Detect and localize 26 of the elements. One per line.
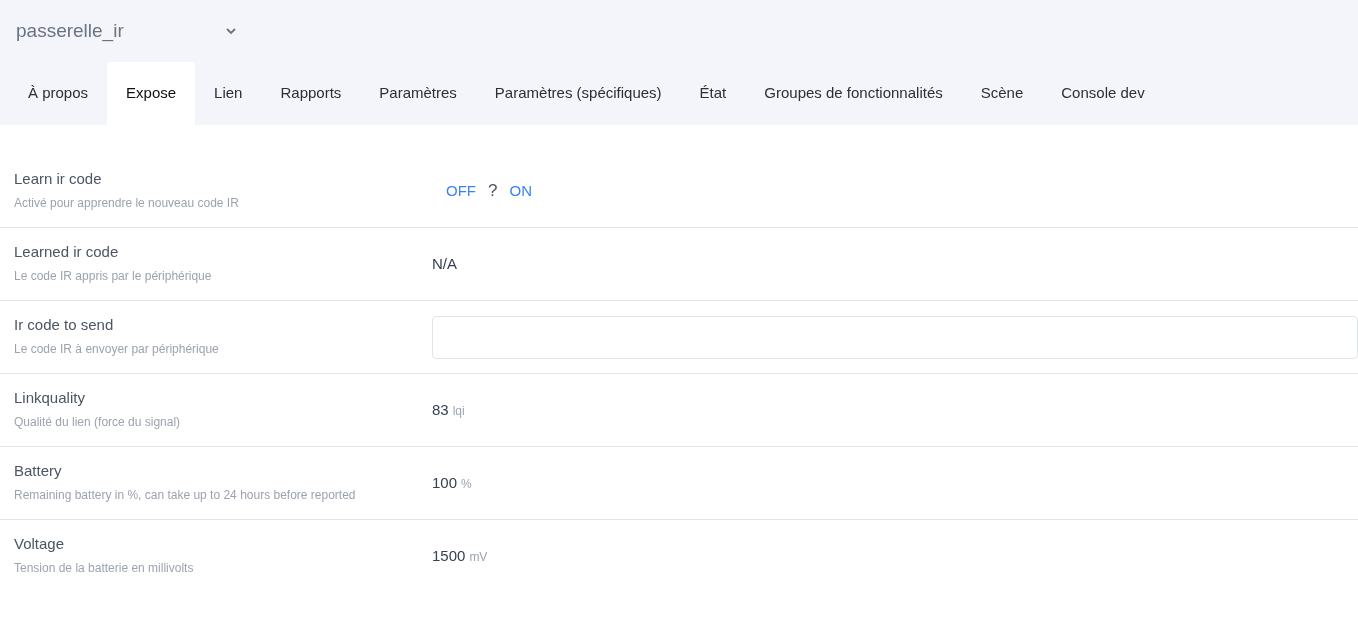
feature-description: Activé pour apprendre le nouveau code IR — [14, 195, 240, 212]
unit-text: % — [461, 475, 472, 493]
feature-description: Remaining battery in %, can take up to 24 hours before reported — [14, 487, 357, 504]
feature-name: Learned ir code — [14, 242, 120, 262]
state-text: ? — [487, 180, 499, 203]
value-text: 83 — [432, 399, 449, 420]
value-text: 100 — [432, 472, 458, 493]
chevron-down-icon — [226, 27, 236, 35]
feature-description: Le code IR à envoyer par périphérique — [14, 341, 220, 358]
feature-name: Ir code to send — [14, 315, 115, 335]
tab[interactable]: Expose — [107, 62, 196, 125]
value-text: 1500 — [432, 545, 466, 566]
feature-description: Qualité du lien (force du signal) — [14, 414, 182, 431]
value-text: N/A — [432, 255, 457, 272]
on-button[interactable]: ON — [509, 179, 532, 203]
feature-description: Tension de la batterie en millivolts — [14, 560, 195, 577]
feature-name: Linkquality — [14, 388, 86, 408]
off-button[interactable]: OFF — [446, 179, 476, 203]
feature-name: Learn ir code — [14, 169, 103, 189]
unit-text: lqi — [452, 402, 465, 420]
device-select[interactable]: passerelle_ir — [16, 16, 236, 46]
input-field[interactable] — [432, 315, 1358, 359]
unit-text: mV — [469, 548, 488, 566]
feature-name: Battery — [14, 461, 63, 481]
feature-name: Voltage — [14, 534, 66, 554]
feature-description: Le code IR appris par le périphérique — [14, 268, 213, 285]
